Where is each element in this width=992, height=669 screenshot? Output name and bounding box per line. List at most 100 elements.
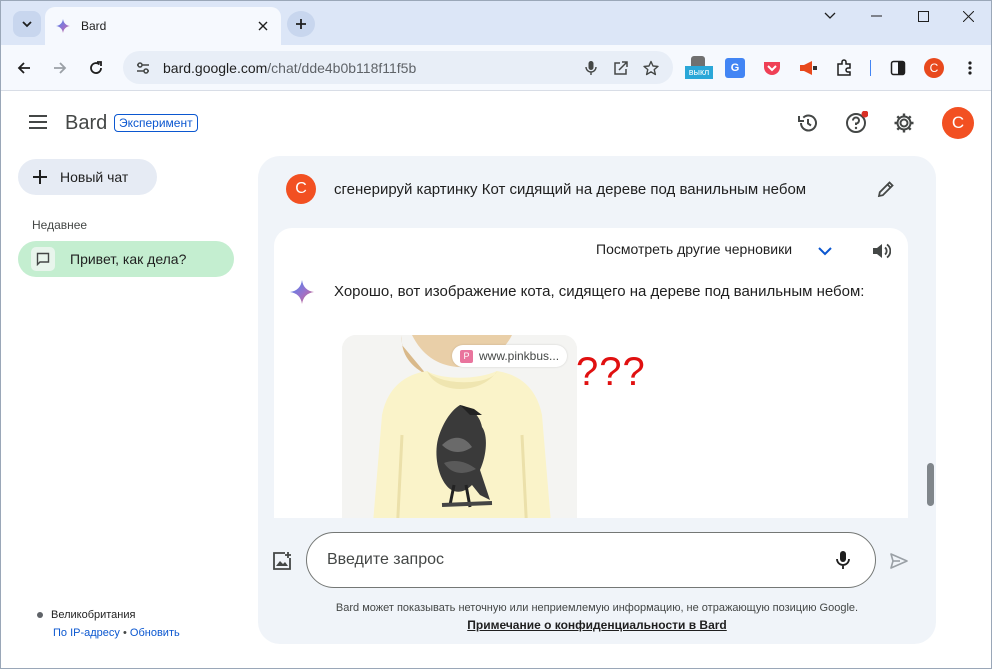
response-card: Посмотреть другие черновики Хорошо, вот … [274, 228, 908, 518]
browser-menu-button[interactable] [956, 54, 984, 82]
chevron-down-icon [22, 21, 32, 28]
response-text: Хорошо, вот изображение кота, сидящего н… [334, 283, 865, 300]
generated-image-card[interactable]: P www.pinkbus... [342, 335, 577, 518]
close-window-button[interactable] [945, 1, 991, 31]
url-domain: bard.google.com [163, 59, 268, 76]
arrow-right-icon [54, 62, 67, 74]
mic-icon[interactable] [577, 54, 605, 82]
send-icon[interactable] [887, 549, 911, 573]
megaphone-icon [800, 61, 817, 75]
chat-bubble-icon [31, 247, 55, 271]
voice-input-icon[interactable] [827, 544, 859, 576]
tab-bard[interactable]: Bard [45, 7, 281, 45]
profile-button[interactable]: C [920, 54, 948, 82]
extension-translate-button[interactable]: G [721, 54, 749, 82]
site-info-icon[interactable] [133, 58, 153, 78]
question-marks-annotation: ??? [576, 350, 646, 394]
help-icon [846, 111, 868, 133]
window-chevron-button[interactable] [807, 1, 853, 31]
forward-button[interactable] [45, 53, 75, 83]
image-source-chip[interactable]: P www.pinkbus... [452, 345, 568, 367]
arrow-left-icon [17, 62, 30, 74]
tab-search-button[interactable] [13, 11, 41, 37]
location-separator: • [122, 627, 127, 639]
edit-prompt-icon[interactable] [874, 177, 898, 201]
address-bar[interactable]: bard.google.com/chat/dde4b0b118f11f5b [123, 51, 673, 84]
side-panel-button[interactable] [884, 54, 912, 82]
puzzle-icon [837, 59, 851, 76]
update-location-link[interactable]: Обновить [130, 627, 180, 639]
tab-title: Bard [81, 19, 107, 33]
image-source-text: www.pinkbus... [479, 349, 560, 363]
source-favicon-icon: P [460, 349, 473, 363]
back-button[interactable] [9, 53, 39, 83]
settings-button[interactable] [891, 110, 917, 136]
more-vert-icon [968, 61, 972, 75]
maximize-icon [917, 10, 929, 22]
plus-icon [296, 19, 306, 29]
tab-close-icon[interactable] [255, 18, 271, 34]
location-country: Великобритания [51, 609, 136, 621]
reload-icon [90, 61, 102, 74]
location-info: Великобритания [37, 609, 135, 621]
extension-megaphone-button[interactable] [794, 54, 822, 82]
scrollbar-thumb[interactable] [927, 463, 934, 506]
upload-image-icon[interactable] [270, 549, 294, 573]
hamburger-icon [29, 115, 47, 129]
bookmark-star-icon[interactable] [637, 54, 665, 82]
recent-chat-label: Привет, как дела? [70, 251, 187, 267]
prompt-input[interactable]: Введите запрос [306, 532, 876, 588]
user-prompt-text: сгенерируй картинку Кот сидящий на дерев… [334, 180, 807, 198]
prompt-input-placeholder: Введите запрос [327, 551, 444, 568]
toolbar-divider [870, 60, 871, 76]
user-avatar[interactable]: C [942, 107, 974, 139]
tab-strip: Bard [1, 1, 991, 45]
view-drafts-button[interactable]: Посмотреть другие черновики [596, 241, 792, 257]
new-chat-label: Новый чат [60, 169, 129, 185]
bard-logo[interactable]: Bard [65, 112, 107, 135]
bard-sparkle-icon [56, 19, 70, 33]
extension-pocket-button[interactable] [758, 54, 786, 82]
user-prompt-row: C сгенерируй картинку Кот сидящий на дер… [286, 172, 906, 206]
gear-icon [894, 113, 914, 133]
share-icon[interactable] [607, 54, 635, 82]
minimize-icon [870, 15, 882, 17]
plus-icon [33, 170, 47, 184]
side-panel-icon [890, 60, 906, 76]
activity-button[interactable] [795, 110, 821, 136]
minimize-button[interactable] [853, 1, 899, 31]
disclaimer-text: Bard может показывать неточную или непри… [335, 602, 859, 614]
browser-toolbar: bard.google.com/chat/dde4b0b118f11f5b вы… [1, 45, 991, 91]
location-links: По IP-адресу • Обновить [53, 627, 180, 639]
url-path: /chat/dde4b0b118f11f5b [267, 59, 417, 76]
close-icon [962, 10, 974, 22]
help-button[interactable] [843, 110, 869, 136]
vpn-badge: выкл [685, 66, 713, 79]
location-dot-icon [37, 612, 43, 619]
new-tab-button[interactable] [287, 11, 315, 37]
vpn-icon: выкл [685, 56, 713, 80]
reload-button[interactable] [81, 53, 111, 83]
extensions-button[interactable] [830, 54, 858, 82]
main-menu-button[interactable] [25, 110, 51, 134]
maximize-button[interactable] [900, 1, 946, 31]
new-chat-button[interactable]: Новый чат [18, 159, 157, 195]
pocket-icon [764, 62, 780, 75]
translate-icon: G [725, 58, 745, 78]
browser-window: Bard bard.google.com/chat/dde4b0b118f11f… [0, 0, 992, 669]
experiment-badge: Эксперимент [114, 114, 198, 132]
chevron-down-icon [824, 12, 836, 19]
speaker-icon[interactable] [869, 240, 893, 262]
privacy-link[interactable]: Примечание о конфиденциальности в Bard [467, 618, 727, 632]
bard-page: Bard Эксперимент C Новый чат Недавнее Пр… [1, 92, 991, 668]
extension-vpn-button[interactable]: выкл [685, 54, 713, 82]
bard-sparkle-icon [290, 280, 314, 304]
location-source-link[interactable]: По IP-адресу [53, 627, 120, 639]
prompt-avatar: C [286, 174, 316, 204]
history-icon [798, 114, 817, 132]
privacy-notice: Примечание о конфиденциальности в Bard [258, 618, 936, 632]
chevron-down-icon[interactable] [816, 242, 834, 260]
recent-chat-item[interactable]: Привет, как дела? [18, 241, 234, 277]
profile-avatar: C [924, 58, 944, 78]
recent-heading: Недавнее [32, 218, 88, 232]
